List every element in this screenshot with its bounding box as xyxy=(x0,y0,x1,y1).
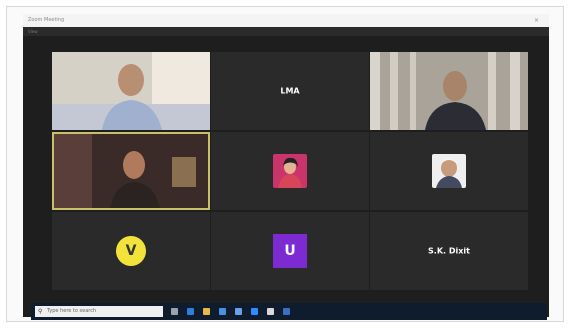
participant-tile-5[interactable] xyxy=(211,132,369,210)
participant-name-9: S.K. Dixit xyxy=(428,246,470,256)
taskbar-search-box[interactable]: ⚲ Type here to search xyxy=(35,306,163,317)
windows-taskbar: ⚲ Type here to search xyxy=(31,303,547,320)
participant-tile-8[interactable]: U xyxy=(211,212,369,290)
search-placeholder: Type here to search xyxy=(47,308,97,314)
view-menu[interactable]: View xyxy=(28,27,38,36)
close-icon[interactable]: × xyxy=(534,14,539,27)
window-title: Zoom Meeting xyxy=(28,17,65,23)
participant-tile-9[interactable]: S.K. Dixit xyxy=(370,212,528,290)
title-bar: Zoom Meeting × xyxy=(23,14,549,27)
participant-avatar-7: V xyxy=(116,236,146,266)
store-icon[interactable] xyxy=(219,308,226,315)
search-icon: ⚲ xyxy=(38,308,43,315)
participant-tile-7[interactable]: V xyxy=(52,212,210,290)
participant-tile-1[interactable] xyxy=(52,52,210,130)
participant-tile-6[interactable] xyxy=(370,132,528,210)
task-view-icon[interactable] xyxy=(171,308,178,315)
file-explorer-icon[interactable] xyxy=(203,308,210,315)
participant-tile-3[interactable] xyxy=(370,52,528,130)
participant-avatar-8: U xyxy=(273,234,307,268)
mail-icon[interactable] xyxy=(235,308,242,315)
word-icon[interactable] xyxy=(283,308,290,315)
participant-video-1 xyxy=(52,52,210,130)
zoom-icon[interactable] xyxy=(251,308,258,315)
participant-name-2: LMA xyxy=(280,86,300,96)
chrome-icon[interactable] xyxy=(267,308,274,315)
edge-icon[interactable] xyxy=(187,308,194,315)
participant-thumbnail-5 xyxy=(273,154,307,188)
view-bar: View xyxy=(23,27,549,36)
participant-video-4 xyxy=(52,132,210,210)
participant-thumbnail-6 xyxy=(432,154,466,188)
participant-tile-2[interactable]: LMA xyxy=(211,52,369,130)
participant-tile-4[interactable] xyxy=(52,132,210,210)
meeting-window: Zoom Meeting × View LMA V U S.K. Dixit xyxy=(23,14,549,317)
participant-video-3 xyxy=(370,52,528,130)
